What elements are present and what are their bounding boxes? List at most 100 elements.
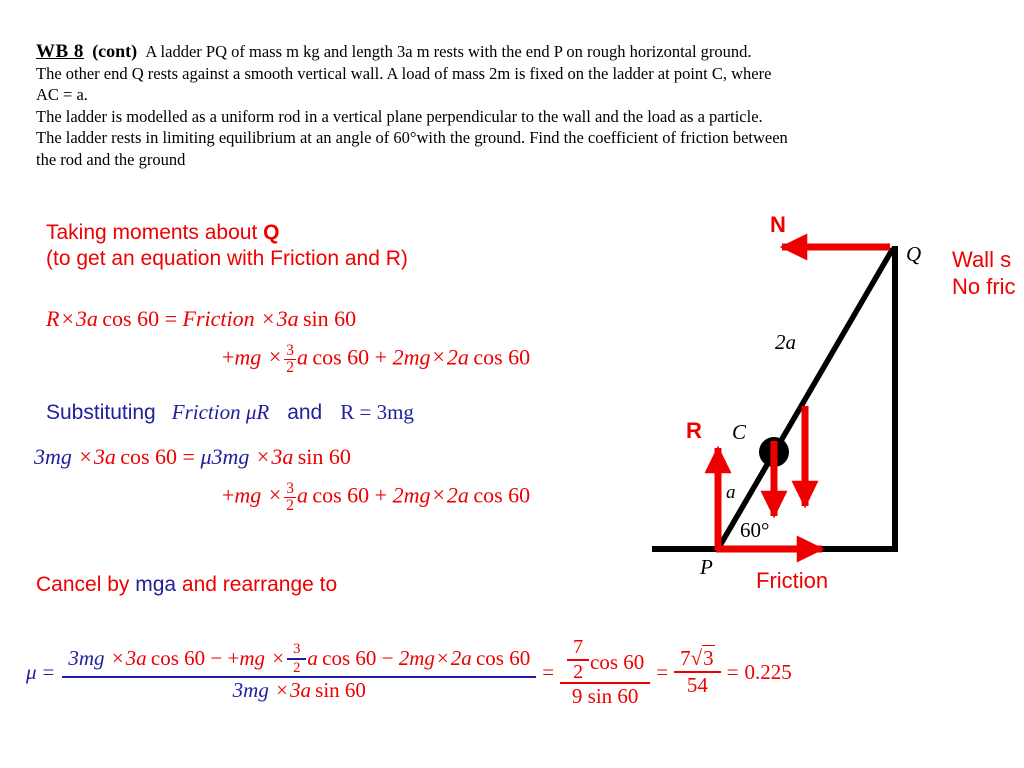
substituting-and: and [287,401,323,424]
eq1-mg: mg [234,344,262,370]
final-num-minus-2: − [381,646,394,671]
eq2-2mg: 2mg [392,482,431,508]
substituting-word: Substituting [46,401,156,424]
eq1-friction: Friction [182,306,255,331]
eq2-3a-right: 3a [271,444,294,469]
final-equals-3: = [656,660,669,685]
eq1-2a: 2a [446,344,469,370]
final-seven-halves: 72 [567,636,590,682]
final-num-2mg: 2mg [398,646,435,671]
eq2-times-3: × [268,482,282,508]
eq2-three-halves: 32 [284,481,296,513]
question-sentence-1: A ladder PQ of mass m kg and length 3a m… [145,42,752,61]
question-sentence-6: the rod and the ground [36,149,186,169]
label-C: C [732,420,747,444]
final-third-fraction: 7√3 54 [674,644,721,698]
final-num-times-2: × [272,646,285,671]
substituting-friction-expression: Friction μR [171,400,270,424]
eq1-sin60: sin 60 [302,306,357,331]
eq2-frac-numerator: 3 [286,479,294,497]
final-num-times-1: × [111,646,124,671]
eq1-three-halves: 32 [284,343,296,375]
label-Q: Q [906,242,922,266]
final-num-3a: 3a [125,646,147,671]
eq2-times-2: × [256,444,270,469]
final-den-3a: 3a [289,678,311,703]
question-sentence-5: The ladder rests in limiting equilibrium… [36,128,788,147]
equation-1-line-1: R×3a cos 60 = Friction ×3a sin 60 [46,306,356,331]
continuation-tag: (cont) [92,41,138,61]
eq1-cos60-mid: cos 60 [312,344,370,370]
eq2-mu3mg: μ3mg [200,444,250,469]
final-f2-den: 9 sin 60 [571,683,639,708]
eq2-sin60: sin 60 [297,444,351,469]
eq1-equals: = [164,306,178,331]
question-sentence-2: The other end Q rests against a smooth v… [36,63,772,83]
cancel-mga: mga [135,573,177,596]
worked-example-tag: WB 8 [36,41,84,62]
eq1-3a-right: 3a [276,306,299,331]
final-num-cos60-1: cos 60 [150,646,206,671]
eq1-plus-1: + [222,344,235,370]
eq2-cos60-right: cos 60 [473,482,531,508]
eq2-2a: 2a [446,482,469,508]
eq2-plus-2: + [374,482,388,508]
eq2-mg: mg [234,482,262,508]
taking-moments-text: Taking moments about [46,221,264,244]
eq1-2mg: 2mg [392,344,431,370]
eq1-times-2: × [262,306,275,331]
cancel-text-part-2: and rearrange to [176,573,338,596]
cancel-instruction: Cancel by mga and rearrange to [36,573,337,597]
final-fraction-denominator: 3mg ×3a sin 60 [62,676,537,703]
label-friction: Friction [756,568,829,593]
final-num-cos60-3: cos 60 [475,646,531,671]
cancel-text-part-1: Cancel by [36,573,136,596]
final-second-fraction-numerator: 7 2 cos 60 [560,636,650,682]
final-num-frac-numerator: 3 [293,641,301,658]
eq2-equals: = [182,444,195,469]
substituting-line: Substituting Friction μR and R = 3mg [46,400,414,425]
final-equals-1: = [42,660,55,685]
final-num-a: a [307,646,318,671]
question-line-1: WB 8 (cont) A ladder PQ of mass m kg and… [36,41,976,63]
question-text-block: WB 8 (cont) A ladder PQ of mass m kg and… [36,41,976,170]
wall-smooth-note: Wall s No fric [952,246,1024,300]
final-num-times-3: × [436,646,449,671]
final-fraction-numerator: 3mg ×3a cos 60 − +mg × 3 2 a cos 60 − 2mg×2… [62,641,536,676]
question-sentence-3: AC = a. [36,85,88,104]
wall-note-line-2: No fric [952,274,1016,299]
final-second-fraction: 7 2 cos 60 9 sin 60 [560,636,651,709]
label-2a: 2a [775,330,796,354]
eq1-a: a [296,344,308,370]
final-f2-num-7: 7 [573,636,584,659]
eq1-R: R [46,306,60,331]
final-equals-4: = [726,660,739,685]
final-num-minus-plus: − + [210,646,240,671]
wall-note-line-1: Wall s [952,247,1012,272]
final-second-fraction-denominator: 9 sin 60 [560,681,651,709]
substituting-R-expression: R = 3mg [340,400,414,424]
eq1-frac-numerator: 3 [286,341,294,359]
question-sentence-4: The ladder is modelled as a uniform rod … [36,106,763,126]
eq1-cos60-left: cos 60 [102,306,160,331]
eq2-cos60-left: cos 60 [120,444,178,469]
radical-sign-icon: √ [690,645,703,670]
eq2-3a-left: 3a [93,444,116,469]
label-R: R [686,418,702,443]
eq2-cos60-mid: cos 60 [312,482,370,508]
final-equals-2: = [542,660,555,685]
final-num-3mg: 3mg [68,646,105,671]
final-f3-num-7: 7 [680,645,691,670]
final-num-frac-denominator: 2 [287,658,307,676]
final-equation: μ = 3mg ×3a cos 60 − +mg × 3 2 a cos 60 − 2… [26,636,792,708]
final-third-fraction-numerator: 7√3 [674,644,721,672]
eq2-times-1: × [79,444,92,469]
eq2-times-4: × [432,482,445,508]
final-f3-root3: 3 [702,644,715,670]
label-N: N [770,212,786,237]
label-a: a [726,482,736,503]
final-num-cos60-2: cos 60 [322,646,377,671]
final-num-mg: mg [239,646,265,671]
equation-2-line-1: 3mg ×3a cos 60 = μ3mg ×3a sin 60 [34,444,351,469]
equation-1-line-2: +mg × 3 2 a cos 60 + 2mg×2a cos 60 [222,342,530,375]
